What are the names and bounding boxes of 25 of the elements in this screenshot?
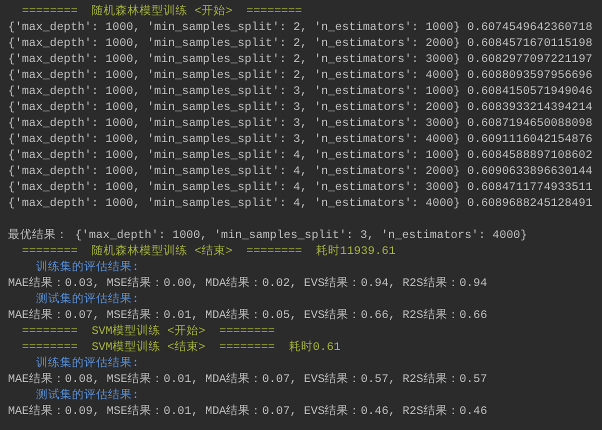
output-line: {'max_depth': 1000, 'min_samples_split': 4, 'n_estimators': 1000} 0.6084588897108602 [8,149,592,162]
output-line: MAE结果：0.03, MSE结果：0.00, MDA结果：0.02, EVS结果：0.94, R2S结果：0.94 [8,277,488,290]
output-line: {'max_depth': 1000, 'min_samples_split': 4, 'n_estimators': 2000} 0.6090633896630144 [8,165,592,178]
output-line: {'max_depth': 1000, 'min_samples_split': 2, 'n_estimators': 1000} 0.6074549642360718 [8,21,592,34]
training-header-text: ======== 随机森林模型训练 <结束> ======== 耗时11939.61 [22,245,396,258]
output-line: {'max_depth': 1000, 'min_samples_split': 3, 'n_estimators': 1000} 0.6084150571949046 [8,85,592,98]
output-line: {'max_depth': 1000, 'min_samples_split': 2, 'n_estimators': 2000} 0.6084571670115198 [8,37,592,50]
output-line: {'max_depth': 1000, 'min_samples_split': 3, 'n_estimators': 4000} 0.6091116042154876 [8,133,592,146]
output-line: MAE结果：0.09, MSE结果：0.01, MDA结果：0.07, EVS结果：0.46, R2S结果：0.46 [8,405,488,418]
output-line: {'max_depth': 1000, 'min_samples_split': 3, 'n_estimators': 3000} 0.6087194650088098 [8,117,592,130]
training-header-text: ======== SVM模型训练 <结束> ======== 耗时0.61 [22,341,341,354]
output-line: {'max_depth': 1000, 'min_samples_split': 2, 'n_estimators': 3000} 0.6082977097221197 [8,53,592,66]
output-line: {'max_depth': 1000, 'min_samples_split': 3, 'n_estimators': 2000} 0.6083933214394214 [8,101,592,114]
output-line: {'max_depth': 1000, 'min_samples_split': 4, 'n_estimators': 4000} 0.6089688245128491 [8,197,592,210]
output-line: MAE结果：0.08, MSE结果：0.01, MDA结果：0.07, EVS结果：0.57, R2S结果：0.57 [8,373,488,386]
section-title: 训练集的评估结果: [36,261,139,274]
section-title: 训练集的评估结果: [36,357,139,370]
output-line: {'max_depth': 1000, 'min_samples_split': 4, 'n_estimators': 3000} 0.6084711774933511 [8,181,592,194]
training-header-text: ======== 随机森林模型训练 <开始> ======== [22,5,302,18]
training-header-text: ======== SVM模型训练 <开始> ======== [22,325,275,338]
output-line: 最优结果： {'max_depth': 1000, 'min_samples_split': 3, 'n_estimators': 4000} [8,229,528,242]
output-line: MAE结果：0.07, MSE结果：0.01, MDA结果：0.05, EVS结果：0.66, R2S结果：0.66 [8,309,488,322]
output-line: {'max_depth': 1000, 'min_samples_split': 2, 'n_estimators': 4000} 0.6088093597956696 [8,69,592,82]
section-title: 测试集的评估结果: [36,389,139,402]
section-title: 测试集的评估结果: [36,293,139,306]
